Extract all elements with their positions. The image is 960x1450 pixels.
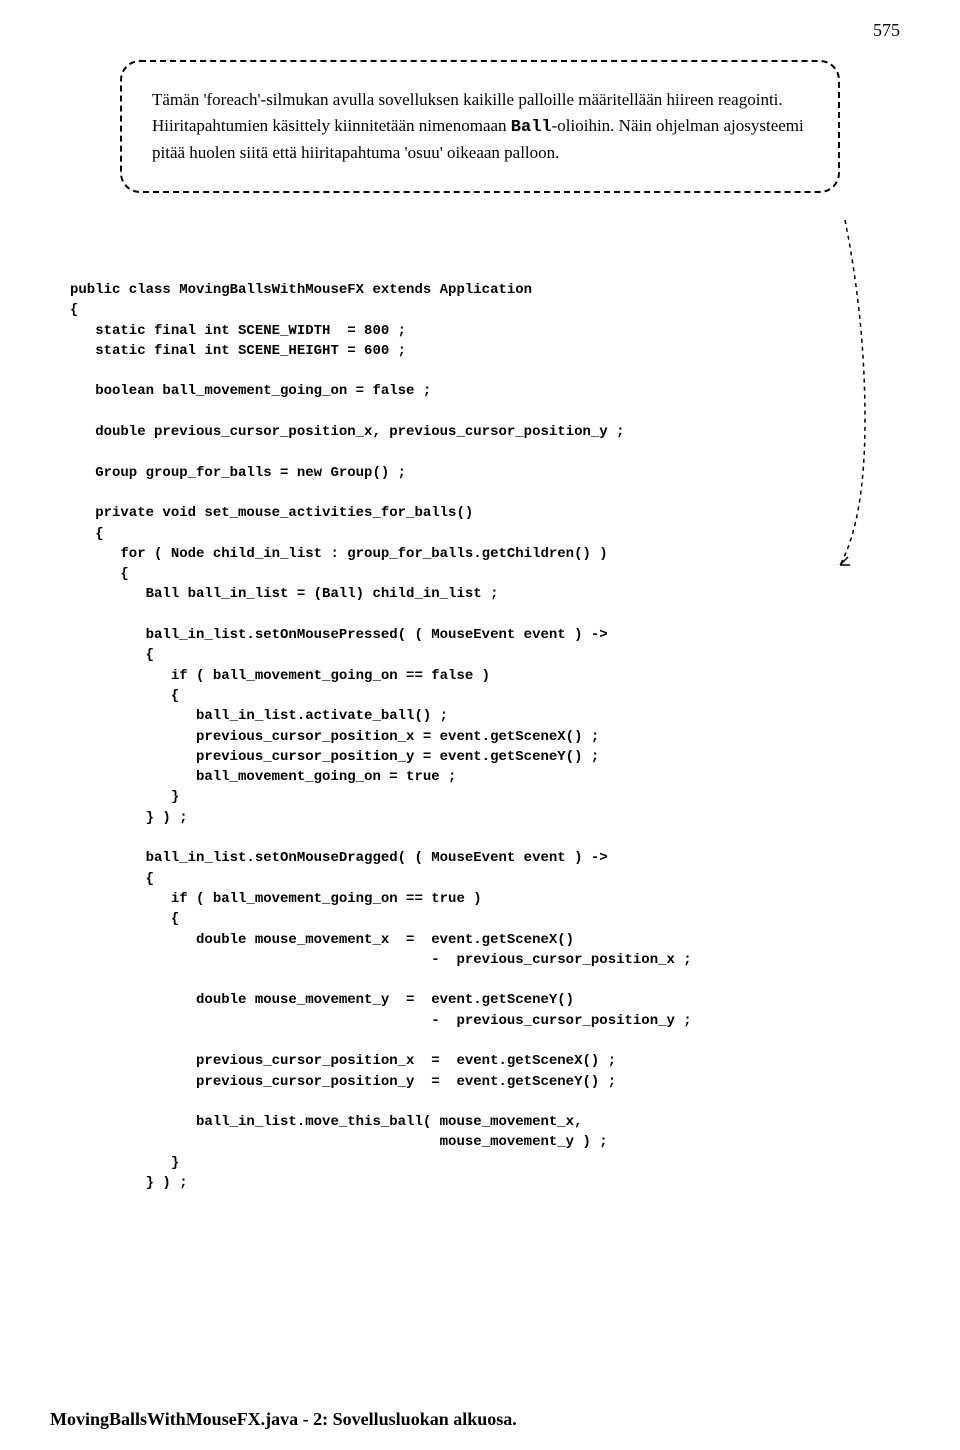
- callout-mono: Ball: [511, 118, 552, 137]
- callout-annotation: Tämän 'foreach'-silmukan avulla sovelluk…: [120, 60, 840, 193]
- code-listing: public class MovingBallsWithMouseFX exte…: [70, 280, 900, 1193]
- figure-caption: MovingBallsWithMouseFX.java - 2: Sovellu…: [50, 1409, 517, 1430]
- page-number: 575: [873, 20, 900, 41]
